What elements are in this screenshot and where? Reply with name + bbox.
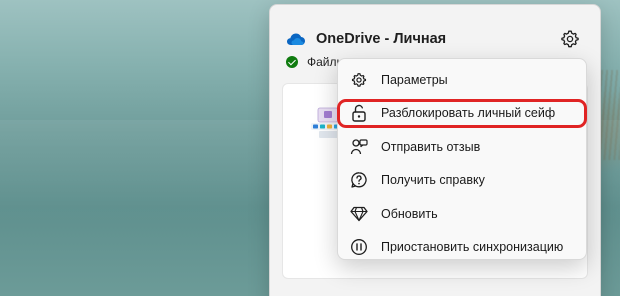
gear-icon	[561, 30, 579, 48]
menu-item-label: Получить справку	[381, 173, 485, 188]
sync-ok-icon	[286, 56, 298, 68]
menu-item-send-feedback[interactable]: Отправить отзыв	[342, 130, 582, 164]
menu-item-get-help[interactable]: Получить справку	[342, 164, 582, 198]
help-icon	[350, 171, 368, 189]
menu-item-label: Параметры	[381, 72, 448, 87]
feedback-icon	[350, 138, 368, 156]
gear-icon	[350, 71, 368, 89]
settings-button[interactable]	[558, 27, 582, 51]
onedrive-cloud-icon	[286, 32, 306, 46]
settings-context-menu: Параметры Разблокировать личный сейф Отп…	[337, 58, 587, 260]
diamond-icon	[350, 205, 368, 223]
menu-item-label: Приостановить синхронизацию	[381, 240, 564, 255]
padlock-unlocked-icon	[350, 104, 368, 122]
menu-item-pause-sync[interactable]: Приостановить синхронизацию	[342, 231, 582, 265]
menu-item-unlock-vault[interactable]: Разблокировать личный сейф	[337, 97, 587, 131]
menu-item-upgrade[interactable]: Обновить	[342, 197, 582, 231]
menu-item-label: Отправить отзыв	[381, 139, 481, 154]
pause-icon	[350, 238, 368, 256]
menu-item-label: Обновить	[381, 206, 438, 221]
menu-item-settings[interactable]: Параметры	[342, 63, 582, 97]
panel-title: OneDrive - Личная	[316, 31, 447, 47]
menu-item-label: Разблокировать личный сейф	[381, 106, 556, 121]
panel-header: OneDrive - Личная	[286, 27, 584, 51]
